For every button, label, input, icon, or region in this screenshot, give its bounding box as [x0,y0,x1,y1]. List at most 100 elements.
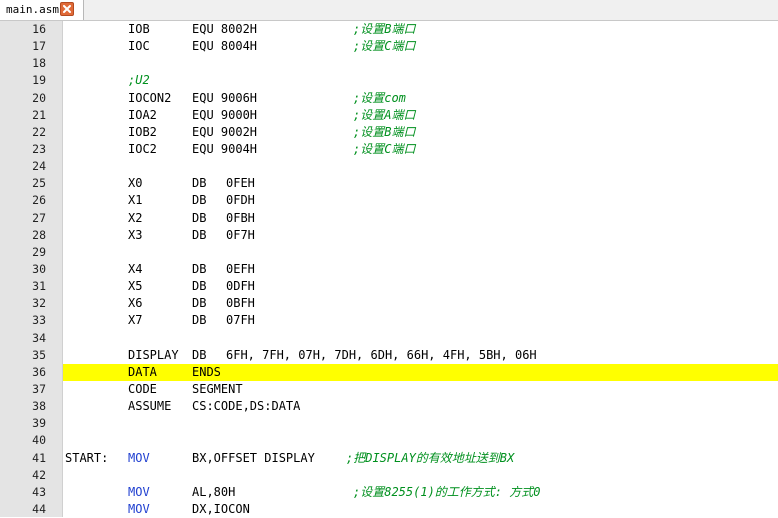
code-line[interactable]: 24 [0,158,778,175]
code-instruction: MOV [128,484,150,499]
code-text: IOB2 EQU 9002H ;设置B端口 [63,124,778,141]
line-number: 17 [32,39,46,54]
code-name: X0 [128,176,143,191]
code-directive: ENDS [192,364,221,379]
line-number: 34 [32,330,46,345]
code-line[interactable]: 25 X0 DB 0FEH [0,175,778,192]
code-operand: 0EFH [226,261,255,276]
code-line[interactable]: 28 X3 DB 0F7H [0,227,778,244]
code-text: X1 DB 0FDH [63,192,778,209]
code-operand: 0DFH [226,279,255,294]
code-comment: ;把DISPLAY的有效地址送到BX [346,450,515,465]
code-line[interactable]: 32 X6 DB 0BFH [0,295,778,312]
code-editor[interactable]: 16 IOB EQU 8002H ;设置B端口 17 IOC EQU 8004H ;设置C端口… [0,21,778,517]
code-line[interactable]: 39 [0,415,778,432]
code-line[interactable]: 35 DISPLAY DB 6FH, 7FH, 07H, 7DH, 6DH, 66H,… [0,347,778,364]
code-line[interactable]: 27 X2 DB 0FBH [0,210,778,227]
code-lines: 16 IOB EQU 8002H ;设置B端口 17 IOC EQU 8004H ;设置C端口… [0,21,778,518]
code-operand: 0FBH [226,210,255,225]
code-line[interactable]: 19 ;U2 [0,72,778,89]
code-name: X5 [128,279,143,294]
code-line[interactable]: 17 IOC EQU 8004H ;设置C端口 [0,38,778,55]
code-text: IOA2 EQU 9000H ;设置A端口 [63,107,778,124]
line-number: 27 [32,210,46,225]
code-text: ;U2 [63,72,778,89]
code-line[interactable]: 37 CODE SEGMENT [0,381,778,398]
code-operand: 0FEH [226,176,255,191]
code-directive: EQU 9002H [192,124,258,139]
code-name: IOC [128,39,150,54]
code-line[interactable]: 42 [0,467,778,484]
code-name: IOC2 [128,141,157,156]
code-line[interactable]: 44 MOV DX,IOCON [0,501,778,518]
code-name: DISPLAY [128,347,179,362]
code-directive: DB [192,296,207,311]
code-line[interactable]: 40 [0,432,778,449]
code-text: IOCON2 EQU 9006H ;设置com [63,90,778,107]
code-name: X7 [128,313,143,328]
code-name: X4 [128,261,143,276]
code-line[interactable]: 22 IOB2 EQU 9002H ;设置B端口 [0,124,778,141]
line-number: 43 [32,484,46,499]
code-directive: DB [192,176,207,191]
line-number: 37 [32,381,46,396]
code-comment: ;设置A端口 [353,107,416,122]
code-line[interactable]: 21 IOA2 EQU 9000H ;设置A端口 [0,107,778,124]
code-text: CODE SEGMENT [63,381,778,398]
code-line[interactable]: 34 [0,330,778,347]
code-text: X0 DB 0FEH [63,175,778,192]
code-name: IOCON2 [128,90,172,105]
code-line[interactable]: 20 IOCON2 EQU 9006H ;设置com [0,90,778,107]
line-number: 16 [32,22,46,36]
code-text: IOC EQU 8004H ;设置C端口 [63,38,778,55]
code-text: X6 DB 0BFH [63,295,778,312]
code-operand: 6FH, 7FH, 07H, 7DH, 6DH, 66H, 4FH, 5BH, … [226,347,537,362]
code-line[interactable]: 41 START: MOV BX,OFFSET DISPLAY ;把DISPLAY的有效… [0,450,778,467]
line-number: 19 [32,73,46,88]
code-line[interactable]: 30 X4 DB 0EFH [0,261,778,278]
code-text: X2 DB 0FBH [63,210,778,227]
code-line[interactable]: 36 DATA ENDS [0,363,778,381]
close-icon[interactable] [60,2,74,16]
code-text: X4 DB 0EFH [63,261,778,278]
line-number: 26 [32,193,46,208]
code-text: IOB EQU 8002H ;设置B端口 [63,21,778,38]
code-name: IOB2 [128,124,157,139]
code-text: DATA ENDS [63,363,778,381]
file-tab-main-asm[interactable]: main.asm [0,0,84,20]
code-directive: EQU 9004H [192,141,258,156]
code-directive: EQU 8004H [192,39,258,54]
line-number: 32 [32,296,46,311]
line-number: 40 [32,433,46,448]
code-operand: BX,OFFSET DISPLAY [192,450,315,465]
code-text: START: MOV BX,OFFSET DISPLAY ;把DISPLAY的有效地址… [63,450,778,467]
line-number: 29 [32,244,46,259]
code-line[interactable]: 33 X7 DB 07FH [0,312,778,329]
line-number: 36 [32,364,46,379]
code-directive: DB [192,261,207,276]
code-line[interactable]: 23 IOC2 EQU 9004H ;设置C端口 [0,141,778,158]
code-directive: DB [192,313,207,328]
code-directive: DB [192,347,207,362]
code-line[interactable]: 29 [0,244,778,261]
code-line[interactable]: 16 IOB EQU 8002H ;设置B端口 [0,21,778,38]
code-directive: DB [192,193,207,208]
code-line[interactable]: 43 MOV AL,80H ;设置8255(1)的工作方式: 方式0 [0,484,778,501]
code-line[interactable]: 31 X5 DB 0DFH [0,278,778,295]
code-instruction: MOV [128,501,150,516]
code-operand: AL,80H [192,484,236,499]
code-directive: DB [192,227,207,242]
code-text: IOC2 EQU 9004H ;设置C端口 [63,141,778,158]
line-number: 20 [32,90,46,105]
code-name: DATA [128,364,157,379]
line-number: 38 [32,399,46,414]
line-number: 35 [32,347,46,362]
code-line[interactable]: 26 X1 DB 0FDH [0,192,778,209]
line-number: 30 [32,261,46,276]
code-line[interactable]: 18 [0,55,778,72]
code-line[interactable]: 38 ASSUME CS:CODE,DS:DATA [0,398,778,415]
